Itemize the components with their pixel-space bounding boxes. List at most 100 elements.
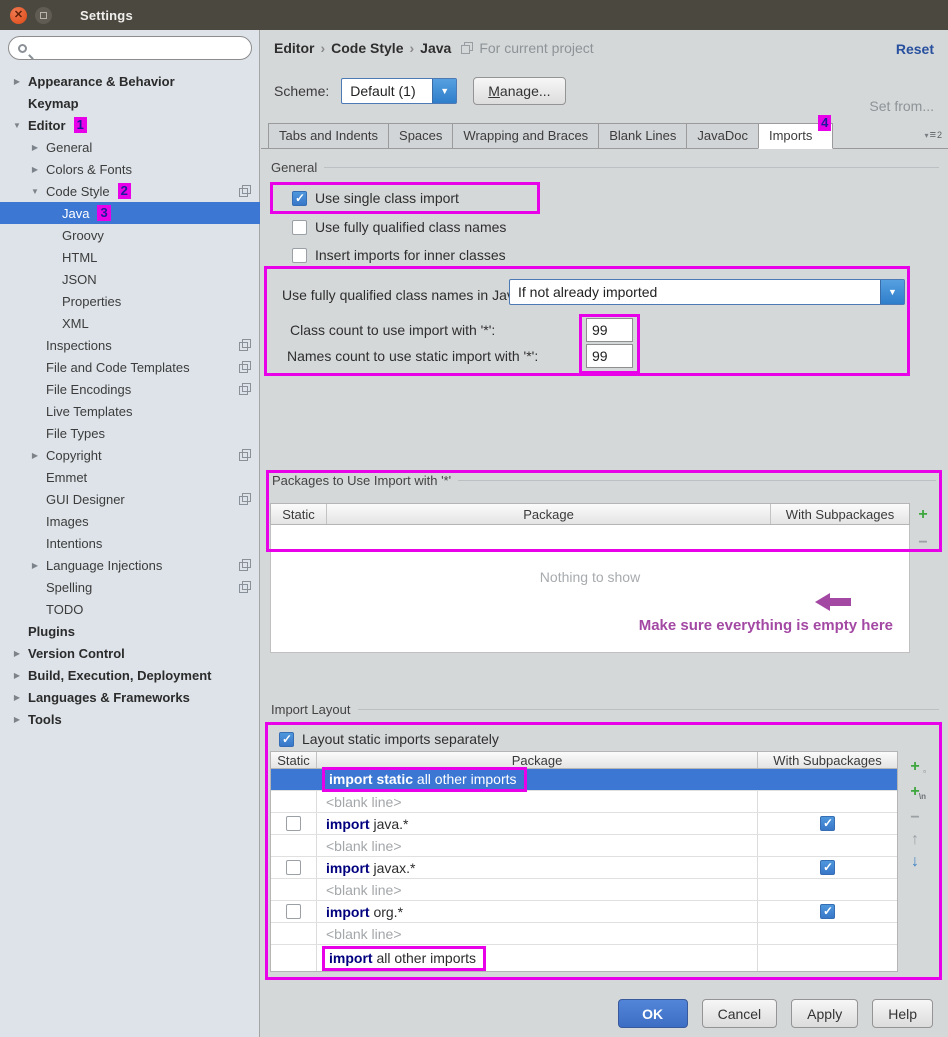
sidebar-item-html[interactable]: HTML [0,246,260,268]
sidebar-item-editor[interactable]: ▼Editor1 [0,114,260,136]
remove-package-button[interactable]: − [912,533,934,553]
sidebar-item-code-style[interactable]: ▼Code Style2 [0,180,260,202]
layout-row-blank-line[interactable]: <blank line> [271,923,897,945]
sidebar-item-gui-designer[interactable]: GUI Designer [0,488,260,510]
tab-wrapping-and-braces[interactable]: Wrapping and Braces [452,123,599,149]
insert-imports-inner-row[interactable]: Insert imports for inner classes [292,247,506,263]
pages-icon [239,581,251,593]
chevron-down-icon[interactable]: ▼ [432,79,456,103]
expand-arrow-icon[interactable]: ▶ [30,451,40,460]
expand-arrow-icon[interactable]: ▶ [30,561,40,570]
with-subpackages-checkbox[interactable] [820,860,835,875]
close-button[interactable]: ✕ [10,7,27,24]
settings-search-input[interactable] [8,36,252,60]
sidebar-item-inspections[interactable]: Inspections [0,334,260,356]
sidebar-item-colors-fonts[interactable]: ▶Colors & Fonts [0,158,260,180]
tab-spaces[interactable]: Spaces [388,123,453,149]
with-subpackages-checkbox[interactable] [820,816,835,831]
expand-arrow-icon[interactable]: ▶ [12,715,22,724]
layout-row-blank-line[interactable]: <blank line> [271,791,897,813]
sidebar-item-general[interactable]: ▶General [0,136,260,158]
manage-button[interactable]: Manage... [473,77,565,105]
project-scope-icon [461,42,473,54]
use-single-class-import-row[interactable]: Use single class import [292,190,459,206]
move-up-button[interactable]: ↑ [904,830,926,850]
layout-static-separately-checkbox[interactable] [279,732,294,747]
sidebar-item-images[interactable]: Images [0,510,260,532]
static-checkbox[interactable] [286,904,301,919]
add-package-row-button[interactable]: +▫ [904,757,926,777]
scheme-select[interactable]: Default (1) ▼ [341,78,457,104]
javadoc-qualified-select[interactable]: If not already imported ▼ [509,279,905,305]
names-count-input[interactable] [586,344,633,368]
sidebar-item-copyright[interactable]: ▶Copyright [0,444,260,466]
sidebar-item-groovy[interactable]: Groovy [0,224,260,246]
static-checkbox[interactable] [286,816,301,831]
sidebar-item-live-templates[interactable]: Live Templates [0,400,260,422]
sidebar-item-languages-frameworks[interactable]: ▶Languages & Frameworks [0,686,260,708]
add-package-button[interactable]: + [912,505,934,525]
layout-row-import-javax[interactable]: import javax.* [271,857,897,879]
breadcrumb-editor[interactable]: Editor [274,40,314,56]
sidebar-item-language-injections[interactable]: ▶Language Injections [0,554,260,576]
static-checkbox[interactable] [286,860,301,875]
move-down-button[interactable]: ↓ [904,852,926,872]
remove-row-button[interactable]: − [904,808,926,828]
layout-row-import-static-all-other-imports[interactable]: import static all other imports [271,769,897,791]
expand-arrow-icon[interactable]: ▶ [30,143,40,152]
add-blank-line-button[interactable]: +\n [904,782,926,802]
expand-arrow-icon[interactable]: ▶ [30,165,40,174]
sidebar-item-appearance-behavior[interactable]: ▶Appearance & Behavior [0,70,260,92]
insert-imports-inner-checkbox[interactable] [292,248,307,263]
expand-arrow-icon[interactable]: ▶ [12,671,22,680]
sidebar-item-emmet[interactable]: Emmet [0,466,260,488]
help-button[interactable]: Help [872,999,933,1028]
sidebar-item-intentions[interactable]: Intentions [0,532,260,554]
use-fully-qualified-checkbox[interactable] [292,220,307,235]
sidebar-item-file-encodings[interactable]: File Encodings [0,378,260,400]
breadcrumb-code-style[interactable]: Code Style [331,40,403,56]
with-subpackages-checkbox[interactable] [820,904,835,919]
hidden-tabs-icon[interactable]: ▾≡2 [925,129,942,141]
chevron-down-icon[interactable]: ▼ [880,280,904,304]
sidebar-item-properties[interactable]: Properties [0,290,260,312]
set-from-link[interactable]: Set from... [869,98,934,114]
sidebar-item-label: File and Code Templates [46,360,190,375]
sidebar-item-spelling[interactable]: Spelling [0,576,260,598]
tab-blank-lines[interactable]: Blank Lines [598,123,687,149]
sidebar-item-todo[interactable]: TODO [0,598,260,620]
reset-link[interactable]: Reset [896,41,934,57]
expand-arrow-icon[interactable]: ▶ [12,77,22,86]
sidebar-item-file-and-code-templates[interactable]: File and Code Templates [0,356,260,378]
sidebar-item-java[interactable]: Java3 [0,202,260,224]
restore-button[interactable] [35,7,52,24]
collapse-arrow-icon[interactable]: ▼ [12,121,22,130]
sidebar-item-keymap[interactable]: Keymap [0,92,260,114]
sidebar-item-plugins[interactable]: Plugins [0,620,260,642]
apply-button[interactable]: Apply [791,999,858,1028]
expand-arrow-icon[interactable]: ▶ [12,649,22,658]
layout-row-import-java[interactable]: import java.* [271,813,897,835]
sidebar-item-build-execution-deployment[interactable]: ▶Build, Execution, Deployment [0,664,260,686]
ok-button[interactable]: OK [618,999,688,1028]
layout-row-import-org[interactable]: import org.* [271,901,897,923]
class-count-input[interactable] [586,318,633,342]
tab-imports[interactable]: Imports4 [758,123,833,149]
expand-arrow-icon[interactable]: ▶ [12,693,22,702]
tab-javadoc[interactable]: JavaDoc [686,123,759,149]
layout-row-blank-line[interactable]: <blank line> [271,835,897,857]
layout-row-blank-line[interactable]: <blank line> [271,879,897,901]
breadcrumb-java[interactable]: Java [420,40,451,56]
sidebar-item-file-types[interactable]: File Types [0,422,260,444]
tab-tabs-and-indents[interactable]: Tabs and Indents [268,123,389,149]
layout-row-import-all-other-imports[interactable]: import all other imports [271,945,897,971]
cancel-button[interactable]: Cancel [702,999,778,1028]
layout-static-separately-row[interactable]: Layout static imports separately [279,731,499,747]
sidebar-item-xml[interactable]: XML [0,312,260,334]
use-single-class-import-checkbox[interactable] [292,191,307,206]
sidebar-item-tools[interactable]: ▶Tools [0,708,260,730]
sidebar-item-json[interactable]: JSON [0,268,260,290]
collapse-arrow-icon[interactable]: ▼ [30,187,40,196]
sidebar-item-version-control[interactable]: ▶Version Control [0,642,260,664]
use-fully-qualified-row[interactable]: Use fully qualified class names [292,219,506,235]
